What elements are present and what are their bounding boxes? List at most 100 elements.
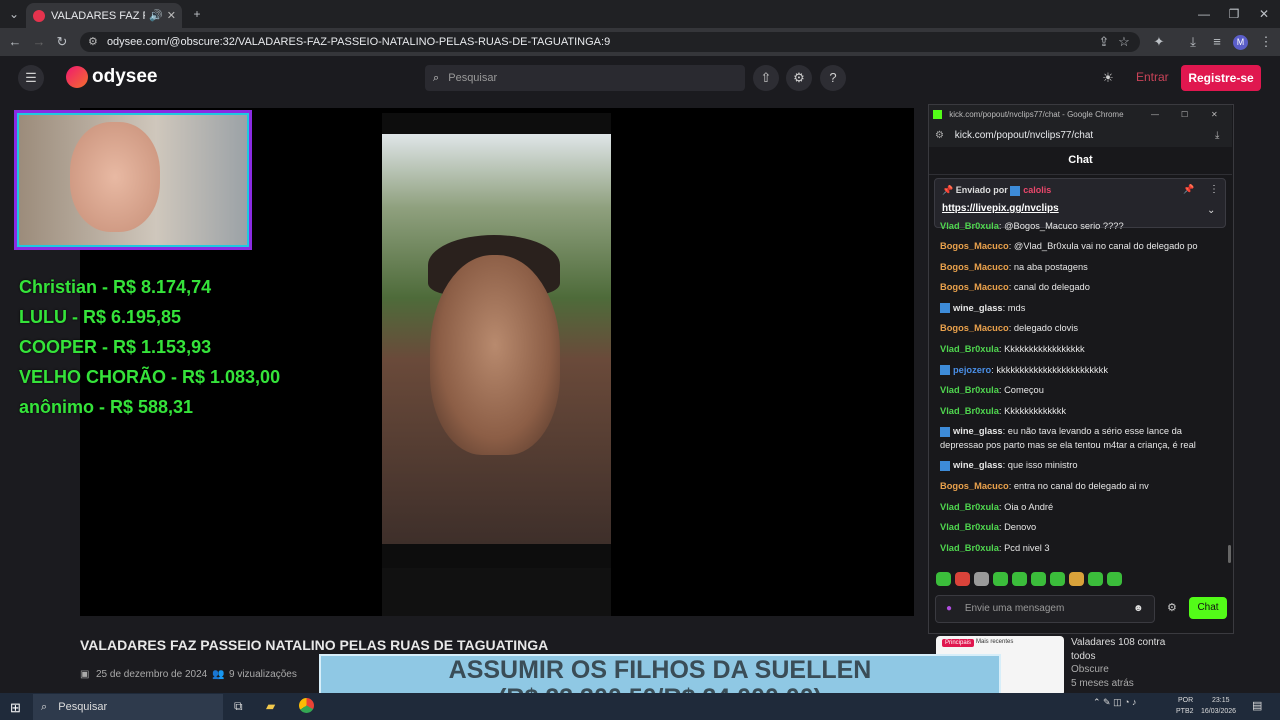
related-video-title[interactable]: Valadares 108 contra todos [1071,636,1181,664]
help-icon[interactable]: ? [820,65,846,91]
more-options-icon[interactable]: ⋮ [1209,184,1219,195]
theme-sun-icon[interactable]: ☀ [1095,65,1121,91]
chat-message[interactable]: Bogos_Macuco: canal do delegado [940,277,1225,298]
chat-message[interactable]: Vlad_Br0xula: @Bogos_Macuco serio ???? [940,222,1225,236]
chat-message[interactable]: Bogos_Macuco: delegado clovis [940,318,1225,339]
address-bar[interactable]: ⚙ odysee.com/@obscure:32/VALADARES-FAZ-P… [80,32,1140,52]
signup-button[interactable]: Registre-se [1181,65,1261,91]
bookmark-star-icon[interactable]: ☆ [1115,33,1133,51]
popup-maximize-icon[interactable]: ☐ [1181,105,1188,125]
microphone-icon[interactable]: ● [946,603,952,614]
odysee-logo-icon[interactable] [66,66,88,88]
chat-username[interactable]: Vlad_Br0xula [940,406,999,416]
install-app-icon[interactable]: ⇪ [1095,33,1113,51]
windows-start-icon[interactable]: ⊞ [10,700,21,716]
emote-icon[interactable] [1088,572,1103,586]
close-window-icon[interactable]: ✕ [1250,5,1278,23]
pin-toggle-icon[interactable]: 📌 [1183,184,1194,195]
pinned-link[interactable]: https://livepix.gg/nvclips [942,203,1059,214]
emote-icon[interactable] [1107,572,1122,586]
chat-message[interactable]: Vlad_Br0xula: Começou [940,380,1225,401]
chat-message[interactable]: Vlad_Br0xula: Pcd nivel 3 [940,538,1225,559]
chat-message[interactable]: Vlad_Br0xula: Kkkkkkkkkkkkk [940,401,1225,422]
chat-username[interactable]: Bogos_Macuco [940,241,1009,251]
emote-icon[interactable] [993,572,1008,586]
file-explorer-icon[interactable]: ▰ [266,699,275,713]
emote-icon[interactable] [936,572,951,586]
maximize-icon[interactable]: ❐ [1220,5,1248,23]
tray-icons[interactable]: ⌃ ✎ ◫ ◔ ♪ [1093,697,1137,708]
new-tab-icon[interactable]: + [183,5,211,23]
tab-search-icon[interactable]: ⌄ [0,5,28,23]
reload-icon[interactable]: ↻ [53,33,71,51]
chat-scrollbar[interactable] [1228,545,1231,563]
clock-date[interactable]: 16/03/2026 [1201,708,1236,715]
chat-username[interactable]: Vlad_Br0xula [940,385,999,395]
chat-username[interactable]: Vlad_Br0xula [940,543,999,553]
settings-gear-icon[interactable]: ⚙ [786,65,812,91]
profile-avatar[interactable]: M [1233,35,1248,50]
login-button[interactable]: Entrar [1136,70,1169,84]
chat-message[interactable]: wine_glass: que isso ministro [940,455,1225,476]
emote-icon[interactable] [1069,572,1084,586]
chat-message[interactable]: Vlad_Br0xula: Oia o André [940,497,1225,518]
chat-username[interactable]: wine_glass [953,303,1003,313]
hamburger-menu-icon[interactable]: ☰ [18,65,44,91]
chat-username[interactable]: Bogos_Macuco [940,262,1009,272]
emote-icon[interactable] [1031,572,1046,586]
taskbar-search[interactable]: ⌕ Pesquisar [33,694,223,720]
extensions-icon[interactable]: ✦ [1150,33,1168,51]
media-control-icon[interactable]: ≡ [1208,33,1226,51]
upload-icon[interactable]: ⇧ [753,65,779,91]
emote-icon[interactable] [974,572,989,586]
chat-message[interactable]: Vlad_Br0xula: Kkkkkkkkkkkkkkkkk [940,339,1225,360]
chat-message[interactable]: Bogos_Macuco: @Vlad_Br0xula vai no canal… [940,236,1225,257]
chat-username[interactable]: wine_glass [953,460,1003,470]
chat-settings-gear-icon[interactable]: ⚙ [1167,601,1177,614]
search-input[interactable]: ⌕ Pesquisar [425,65,745,91]
chat-username[interactable]: pejozero [953,365,991,375]
brand-name[interactable]: odysee [92,66,157,88]
chat-username[interactable]: Bogos_Macuco [940,323,1009,333]
chat-message[interactable]: wine_glass: mds [940,298,1225,319]
popup-close-icon[interactable]: ✕ [1211,105,1218,125]
emoji-picker-icon[interactable]: ☻ [1133,596,1144,622]
chrome-taskbar-icon[interactable] [299,698,314,713]
speaker-icon[interactable]: 🔊 [149,9,163,22]
pinned-user[interactable]: calolis [1023,185,1051,195]
task-view-icon[interactable]: ⧉ [234,699,243,714]
site-info-icon[interactable]: ⚙ [88,36,98,48]
popup-address-bar[interactable]: ⚙ kick.com/popout/nvclips77/chat ⤓ [929,125,1232,147]
chat-username[interactable]: wine_glass [953,426,1003,436]
back-icon[interactable]: ← [6,33,24,51]
chat-username[interactable]: Vlad_Br0xula [940,222,999,231]
chat-send-button[interactable]: Chat [1189,597,1227,619]
chrome-menu-icon[interactable]: ⋮ [1257,33,1275,51]
pinned-message[interactable]: 📌 Enviado por calolis https://livepix.gg… [934,178,1226,228]
chat-message[interactable]: Bogos_Macuco: entra no canal do delegado… [940,476,1225,497]
chat-message[interactable]: Bogos_Macuco: na aba postagens [940,257,1225,278]
emote-icon[interactable] [1050,572,1065,586]
emote-icon[interactable] [955,572,970,586]
popup-download-icon[interactable]: ⤓ [1215,125,1219,147]
chat-message[interactable]: pejozero: kkkkkkkkkkkkkkkkkkkkkkkk [940,360,1225,381]
notifications-icon[interactable]: ▤ [1252,699,1262,712]
popup-site-info-icon[interactable]: ⚙ [935,130,944,141]
download-icon[interactable]: ⤓ [1184,33,1202,51]
chat-message[interactable]: Vlad_Br0xula: Denovo [940,517,1225,538]
emote-icon[interactable] [1012,572,1027,586]
input-language[interactable]: POR [1178,697,1193,704]
clock-time[interactable]: 23:15 [1212,697,1230,704]
input-layout[interactable]: PTB2 [1176,708,1194,715]
tab-close-icon[interactable]: ✕ [167,9,176,22]
chat-username[interactable]: Bogos_Macuco [940,282,1009,292]
chevron-down-icon[interactable]: ⌄ [1207,205,1215,216]
related-video-channel[interactable]: Obscure [1071,664,1109,675]
chat-username[interactable]: Bogos_Macuco [940,481,1009,491]
chat-username[interactable]: Vlad_Br0xula [940,522,999,532]
forward-icon[interactable]: → [30,33,48,51]
chat-username[interactable]: Vlad_Br0xula [940,502,999,512]
popup-minimize-icon[interactable]: — [1151,105,1159,125]
chat-message-input[interactable]: ● Envie uma mensagem ☻ [935,595,1155,623]
chat-username[interactable]: Vlad_Br0xula [940,344,999,354]
